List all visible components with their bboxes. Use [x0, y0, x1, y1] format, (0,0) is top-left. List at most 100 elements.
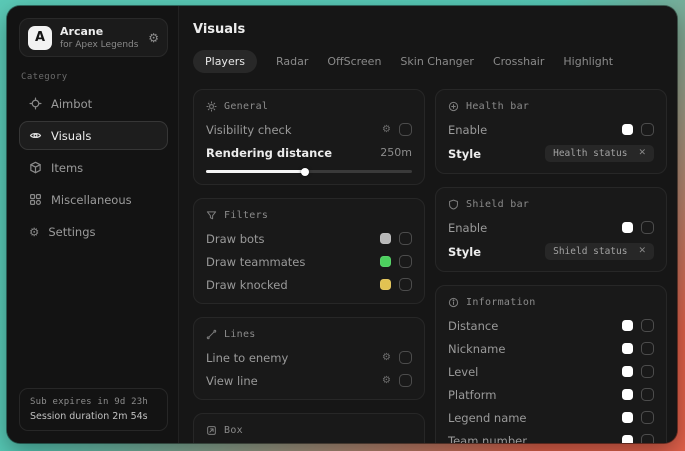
color-swatch[interactable] [380, 256, 391, 267]
checkbox[interactable] [641, 123, 654, 136]
panel-header: Lines [206, 327, 412, 342]
sidebar-item-aimbot[interactable]: Aimbot [19, 89, 168, 118]
subscription-card: Sub expires in 9d 23h Session duration 2… [19, 388, 168, 431]
checkbox[interactable] [641, 365, 654, 378]
slider-fill [206, 170, 305, 173]
color-swatch[interactable] [622, 366, 633, 377]
color-swatch[interactable] [380, 279, 391, 290]
tab-crosshair[interactable]: Crosshair [493, 55, 544, 68]
app-meta: Arcane for Apex Legends [60, 25, 138, 50]
row-draw-bots: Draw bots [206, 231, 412, 246]
color-swatch[interactable] [380, 233, 391, 244]
slider-thumb[interactable] [301, 168, 309, 176]
style-select-value: Health status [553, 148, 627, 159]
funnel-icon [206, 210, 217, 221]
color-swatch[interactable] [622, 412, 633, 423]
style-select[interactable]: Shield status ✕ [545, 243, 654, 260]
row-distance: Distance [448, 318, 654, 333]
row-controls [622, 319, 654, 332]
row-label: Team number [448, 434, 527, 444]
app-logo: A [28, 26, 52, 50]
row-label: Line to enemy [206, 351, 288, 365]
checkbox[interactable] [641, 342, 654, 355]
row-style: StyleShield status✕ [448, 243, 654, 260]
gear-icon[interactable]: ⚙ [148, 32, 159, 44]
close-icon[interactable]: ✕ [638, 149, 646, 158]
sidebar-item-items[interactable]: Items [19, 153, 168, 182]
checkbox[interactable] [641, 411, 654, 424]
panel-lines: LinesLine to enemy⚙View line⚙ [193, 317, 425, 400]
tab-highlight[interactable]: Highlight [563, 55, 613, 68]
gear-icon[interactable]: ⚙ [382, 125, 391, 135]
tab-players[interactable]: Players [193, 50, 257, 73]
sidebar-item-visuals[interactable]: Visuals [19, 121, 168, 150]
checkbox[interactable] [641, 388, 654, 401]
grid-icon [29, 193, 42, 206]
cube-icon [29, 161, 42, 174]
gear-icon[interactable]: ⚙ [382, 376, 391, 386]
color-swatch[interactable] [622, 389, 633, 400]
row-value: 250m [380, 146, 412, 159]
row-label: Distance [448, 319, 498, 333]
row-team-number: Team number [448, 433, 654, 443]
panel-filters: Filters Draw bots Draw teammates Draw knock… [193, 198, 425, 304]
color-swatch[interactable] [622, 124, 633, 135]
checkbox[interactable] [399, 278, 412, 291]
checkbox[interactable] [399, 123, 412, 136]
row-controls [380, 232, 412, 245]
tab-offscreen[interactable]: OffScreen [327, 55, 381, 68]
checkbox[interactable] [641, 319, 654, 332]
sidebar-item-label: Visuals [51, 129, 91, 143]
panel-header: Filters [206, 208, 412, 223]
panel-title: General [224, 101, 268, 112]
rendering-distance-slider[interactable] [206, 170, 412, 173]
row-label: Platform [448, 388, 497, 402]
style-select-value: Shield status [553, 246, 627, 257]
row-visibility-check: Visibility check⚙ [206, 122, 412, 137]
row-controls [622, 434, 654, 443]
row-controls: ⚙ [382, 351, 412, 364]
panel-title: Shield bar [466, 199, 529, 210]
gear-icon[interactable]: ⚙ [382, 353, 391, 363]
sub-expires-text: Sub expires in 9d 23h [30, 397, 157, 407]
row-level: Level [448, 364, 654, 379]
row-draw-teammates: Draw teammates [206, 254, 412, 269]
checkbox[interactable] [399, 374, 412, 387]
close-icon[interactable]: ✕ [638, 247, 646, 256]
row-label: Draw knocked [206, 278, 288, 292]
panel-title: Box [224, 425, 243, 436]
checkbox[interactable] [641, 434, 654, 443]
checkbox[interactable] [399, 255, 412, 268]
sidebar-item-settings[interactable]: ⚙Settings [19, 217, 168, 246]
row-enable: Enable [448, 220, 654, 235]
row-label: Level [448, 365, 478, 379]
checkbox[interactable] [641, 221, 654, 234]
left-column: General Visibility check⚙ Rendering distan… [193, 89, 425, 443]
color-swatch[interactable] [622, 343, 633, 354]
row-controls: Shield status ✕ [545, 243, 654, 260]
checkbox[interactable] [399, 351, 412, 364]
row-controls [380, 278, 412, 291]
sidebar-item-miscellaneous[interactable]: Miscellaneous [19, 185, 168, 214]
panel-title: Lines [224, 329, 256, 340]
sidebar-nav: Aimbot Visuals Items Miscellaneous ⚙Settings [19, 89, 168, 246]
tab-skin-changer[interactable]: Skin Changer [400, 55, 474, 68]
row-rendering-distance: Rendering distance 250m [206, 145, 412, 160]
color-swatch[interactable] [622, 222, 633, 233]
sidebar-item-label: Miscellaneous [51, 193, 132, 207]
sidebar-item-label: Aimbot [51, 97, 92, 111]
panel-header: General [206, 99, 412, 114]
row-label: Draw teammates [206, 255, 305, 269]
tab-radar[interactable]: Radar [276, 55, 308, 68]
row-label: Rendering distance [206, 146, 332, 160]
row-label: Nickname [448, 342, 505, 356]
sun-icon [206, 101, 217, 112]
panel-general: General Visibility check⚙ Rendering distan… [193, 89, 425, 185]
style-select[interactable]: Health status ✕ [545, 145, 654, 162]
panel-box: BoxEnableEnable background [193, 413, 425, 443]
box-icon [206, 425, 217, 436]
color-swatch[interactable] [622, 320, 633, 331]
color-swatch[interactable] [622, 435, 633, 443]
checkbox[interactable] [399, 232, 412, 245]
gear-icon: ⚙ [29, 225, 39, 239]
